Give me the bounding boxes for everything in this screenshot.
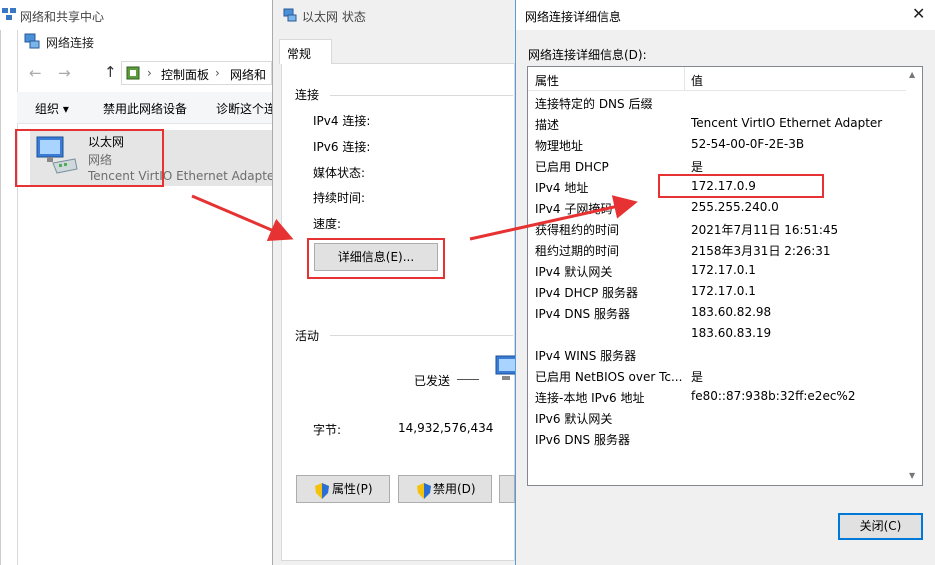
list-item[interactable]: 物理地址 52-54-00-0F-2E-3B	[528, 134, 922, 155]
bytes-label: 字节:	[313, 423, 342, 437]
scrollbar[interactable]: ▲ ▼	[906, 67, 922, 485]
chevron-right-icon: ›	[215, 66, 220, 80]
section-connection: 连接	[295, 88, 320, 102]
computer-icon	[494, 354, 517, 386]
diagnose-button-partial[interactable]	[499, 475, 515, 503]
back-icon[interactable]: ←	[29, 64, 42, 82]
shield-icon	[417, 482, 431, 499]
up-icon[interactable]: ↑	[104, 63, 117, 81]
highlight-box	[658, 174, 824, 198]
dialog-title: 网络连接详细信息	[525, 10, 622, 24]
tab-general[interactable]: 常规	[279, 39, 332, 64]
chevron-right-icon: ›	[147, 66, 152, 80]
disable-button[interactable]: 禁用(D)	[398, 475, 492, 503]
shield-icon	[315, 482, 329, 499]
list-item[interactable]: IPv6 默认网关	[528, 407, 922, 428]
column-header-value[interactable]: 值	[691, 72, 703, 89]
speed-label: 速度:	[313, 217, 342, 231]
list-item[interactable]: 连接特定的 DNS 后缀	[528, 92, 922, 113]
highlight-box	[15, 129, 164, 187]
section-activity: 活动	[295, 329, 320, 343]
media-state-label: 媒体状态:	[313, 166, 366, 180]
address-bar[interactable]: › 控制面板 › 网络和	[121, 61, 272, 85]
network-connections-window: 网络和共享中心 网络连接 ← → ↑ › 控制面板 › 网络和 组织 ▾ 禁用此…	[0, 0, 279, 565]
control-panel-icon	[126, 66, 140, 80]
list-item[interactable]: IPv6 DNS 服务器	[528, 428, 922, 449]
divider	[330, 95, 513, 96]
divider	[330, 335, 513, 336]
sent-line	[457, 379, 479, 380]
list-item[interactable]: IPv4 WINS 服务器	[528, 344, 922, 365]
window-subtitle: 网络连接	[46, 36, 95, 50]
network-icon	[283, 8, 297, 22]
forward-icon[interactable]: →	[58, 64, 71, 82]
scroll-up-icon[interactable]: ▲	[909, 70, 915, 79]
list-item[interactable]: IPv4 DNS 服务器 183.60.82.98	[528, 302, 922, 323]
bytes-sent-value: 14,932,576,434	[398, 421, 494, 435]
list-item[interactable]: 描述 Tencent VirtIO Ethernet Adapter	[528, 113, 922, 134]
properties-button[interactable]: 属性(P)	[296, 475, 390, 503]
details-button[interactable]: 详细信息(E)...	[314, 243, 438, 271]
list-item[interactable]: 183.60.83.19	[528, 323, 922, 344]
ipv6-connection-label: IPv6 连接:	[313, 140, 371, 154]
network-center-icon	[2, 8, 16, 20]
breadcrumb-network[interactable]: 网络和	[230, 66, 266, 83]
ipv4-connection-label: IPv4 连接:	[313, 114, 371, 128]
scroll-down-icon[interactable]: ▼	[909, 471, 915, 480]
title-bar: 网络连接详细信息 ✕	[516, 0, 935, 30]
list-item[interactable]: IPv4 DHCP 服务器 172.17.0.1	[528, 281, 922, 302]
breadcrumb-control-panel[interactable]: 控制面板	[161, 66, 209, 83]
title-bar: 网络和共享中心	[0, 0, 272, 30]
duration-label: 持续时间:	[313, 191, 366, 205]
list-item[interactable]: 已启用 DHCP 是	[528, 155, 922, 176]
list-item[interactable]: IPv4 默认网关 172.17.0.1	[528, 260, 922, 281]
organize-menu[interactable]: 组织 ▾	[35, 100, 69, 117]
sent-label: 已发送	[414, 374, 451, 388]
column-header-property[interactable]: 属性	[535, 72, 559, 89]
list-item[interactable]: IPv4 子网掩码 255.255.240.0	[528, 197, 922, 218]
close-button[interactable]: 关闭(C)	[838, 513, 923, 540]
disable-device-button[interactable]: 禁用此网络设备	[103, 100, 187, 117]
list-item[interactable]: 获得租约的时间 2021年7月11日 16:51:45	[528, 218, 922, 239]
list-item[interactable]: 已启用 NetBIOS over Tc... 是	[528, 365, 922, 386]
list-item[interactable]: 连接-本地 IPv6 地址 fe80::87:938b:32ff:e2ec%2	[528, 386, 922, 407]
network-connections-icon	[24, 33, 40, 49]
command-bar: 组织 ▾ 禁用此网络设备 诊断这个连	[17, 92, 276, 124]
navigation-bar: ← → ↑ › 控制面板 › 网络和	[17, 56, 272, 92]
window-title: 网络和共享中心	[20, 10, 105, 24]
details-list-label: 网络连接详细信息(D):	[528, 48, 647, 62]
close-icon[interactable]: ✕	[912, 4, 925, 23]
list-item[interactable]: 租约过期的时间 2158年3月31日 2:26:31	[528, 239, 922, 260]
diagnose-button[interactable]: 诊断这个连	[216, 100, 276, 117]
dialog-title: 以太网 状态	[302, 10, 366, 24]
details-list-header: 属性 值	[528, 67, 922, 91]
